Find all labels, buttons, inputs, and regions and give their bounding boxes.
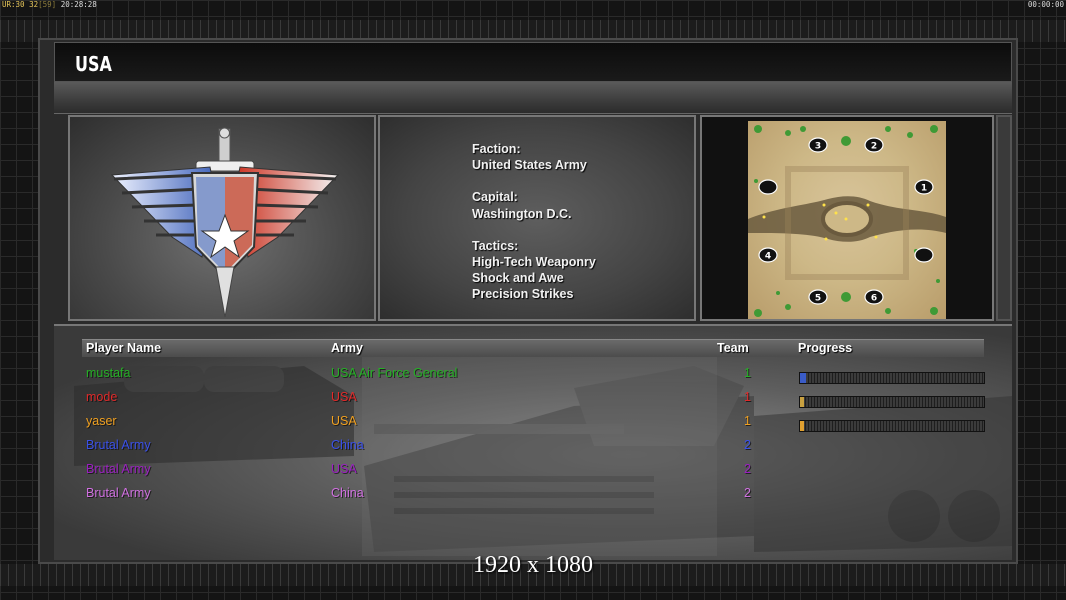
debug-segment: 20:28:28: [56, 0, 97, 9]
player-team: 2: [744, 438, 751, 452]
player-name: Brutal Army: [86, 438, 151, 452]
player-team: 1: [744, 414, 751, 428]
player-team: 2: [744, 486, 751, 500]
progress-fill: [800, 421, 804, 431]
player-team: 2: [744, 462, 751, 476]
player-army: USA: [331, 390, 357, 404]
faction-info-text: Faction: United States Army Capital: Was…: [472, 141, 596, 303]
map-terrain: 1 2 3 4 5 6: [748, 125, 946, 317]
tactics-label: Tactics:: [472, 238, 519, 253]
debug-overlay-right: 00:00:00: [1027, 0, 1064, 9]
debug-segment: [59]: [38, 0, 57, 9]
player-army: USA: [331, 414, 357, 428]
header-army: Army: [331, 341, 363, 355]
start-position-label: 3: [815, 142, 821, 152]
faction-info-panel: Faction: United States Army Capital: Was…: [378, 115, 696, 321]
start-position-label: 5: [815, 294, 821, 304]
sub-bar: [54, 82, 1012, 114]
faction-label: Faction:: [472, 142, 521, 156]
debug-overlay-left: UR:30 32[59] 20:28:28: [2, 0, 97, 9]
page-title: USA: [75, 52, 112, 76]
panel-edge: [996, 115, 1012, 321]
player-progress-bar: [799, 372, 985, 384]
player-team: 1: [744, 390, 751, 404]
player-progress-bar: [799, 420, 985, 432]
player-row: Brutal Army USA 2: [0, 462, 1066, 486]
player-name: mustafa: [86, 366, 131, 380]
faction-emblem-panel: [68, 115, 376, 321]
usa-emblem-icon: [110, 127, 340, 318]
player-row: Brutal Army China 2: [0, 438, 1066, 462]
player-name: yaser: [86, 414, 117, 428]
tactic-item: Shock and Awe: [472, 271, 564, 286]
header-team: Team: [717, 341, 749, 355]
title-bar: USA: [54, 42, 1012, 82]
start-position-label: 2: [871, 142, 877, 152]
capital-value: Washington D.C.: [472, 206, 572, 221]
progress-fill: [800, 397, 804, 407]
tactic-item: Precision Strikes: [472, 287, 574, 302]
debug-segment: UR:30 32: [2, 0, 39, 9]
map-preview: 1 2 3 4 5 6: [748, 121, 946, 319]
resolution-label: 1920 x 1080: [473, 552, 593, 578]
start-position-label: 6: [871, 294, 877, 304]
player-row: Brutal Army China 2: [0, 486, 1066, 510]
player-team: 1: [744, 366, 751, 380]
player-row: yaser USA 1: [0, 414, 1066, 438]
player-army: China: [331, 486, 364, 500]
start-position-label: 4: [765, 252, 771, 262]
player-name: Brutal Army: [86, 462, 151, 476]
header-player-name: Player Name: [86, 341, 162, 355]
player-row: mode USA 1: [0, 390, 1066, 414]
player-row: mustafa USA Air Force General 1: [0, 366, 1066, 390]
player-army: China: [331, 438, 364, 452]
progress-fill: [800, 373, 806, 383]
tactic-item: High-Tech Weaponry: [472, 255, 596, 270]
faction-value: United States Army: [472, 158, 587, 173]
player-army: USA: [331, 462, 357, 476]
capital-label: Capital:: [472, 190, 518, 205]
player-name: Brutal Army: [86, 486, 151, 500]
player-army: USA Air Force General: [331, 366, 458, 380]
start-position-label: 1: [921, 184, 927, 194]
player-progress-bar: [799, 396, 985, 408]
header-progress: Progress: [798, 341, 853, 355]
player-name: mode: [86, 390, 118, 404]
map-preview-panel: 1 2 3 4 5 6: [700, 115, 994, 321]
